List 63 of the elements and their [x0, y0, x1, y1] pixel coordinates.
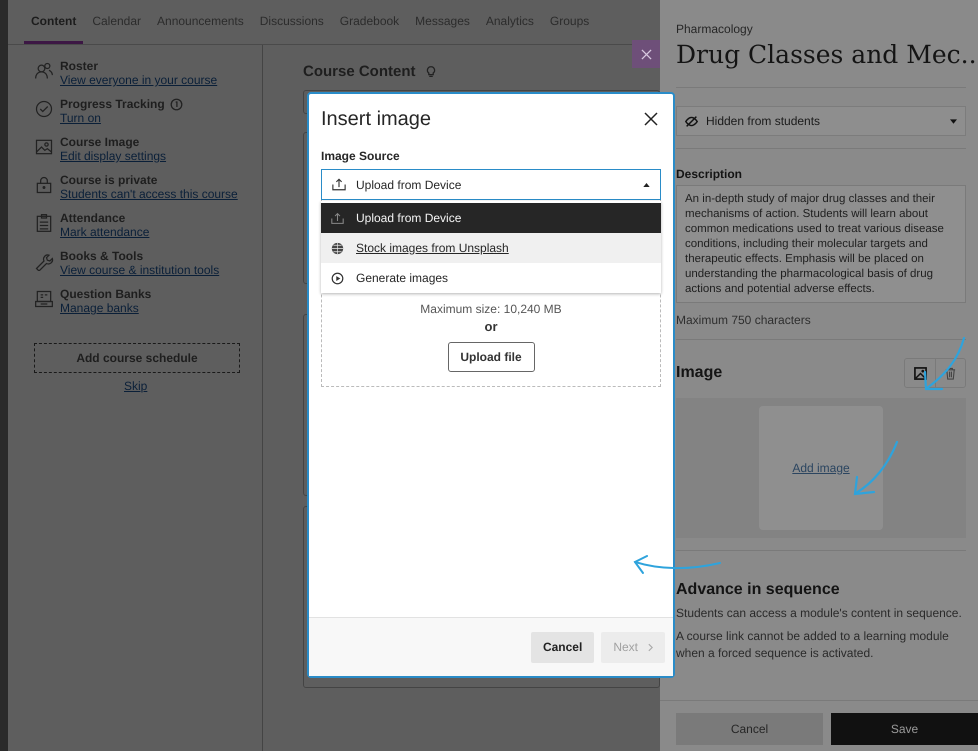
tool-title: Roster — [60, 59, 98, 73]
tool-link[interactable]: Manage banks — [60, 301, 152, 315]
add-image-link[interactable]: Add image — [792, 461, 850, 475]
clipboard-icon — [34, 213, 54, 233]
tool-link[interactable]: Edit display settings — [60, 149, 166, 163]
caret-icon — [950, 118, 957, 124]
tool-link[interactable]: View everyone in your course — [60, 73, 218, 87]
cancel-button[interactable]: Cancel — [676, 713, 823, 745]
dropdown-option[interactable]: Generate images — [321, 263, 661, 293]
advance-description: Students can access a module's content in sequence. — [676, 605, 963, 622]
check-circle-icon — [34, 99, 54, 119]
dropdown-option[interactable]: Stock images from Unsplash — [321, 233, 661, 263]
save-button[interactable]: Save — [831, 713, 978, 745]
image-icon — [914, 366, 926, 380]
module-title: Drug Classes and Mec... — [676, 40, 978, 69]
annotation-arrow — [924, 336, 966, 390]
tool-link[interactable]: View course & institution tools — [60, 263, 220, 277]
tool-title: Progress Tracking — [60, 97, 165, 111]
globe-icon — [331, 242, 344, 254]
section-title: Advance in sequence — [676, 581, 841, 599]
or-separator: or — [484, 319, 498, 334]
chevron-icon — [648, 642, 653, 652]
annotation-arrow — [854, 440, 898, 496]
tool-title: Question Banks — [60, 287, 152, 301]
dropdown-option[interactable]: Upload from Device — [321, 203, 661, 233]
info-icon[interactable] — [170, 98, 183, 110]
add-schedule-button[interactable]: Add course schedule — [34, 343, 240, 373]
character-limit: Maximum 750 characters — [676, 313, 812, 327]
dialog-title: Insert image — [321, 108, 432, 131]
trash-icon — [944, 366, 957, 380]
section-title: Course Content — [303, 63, 416, 80]
lock-icon — [34, 175, 54, 195]
description-field[interactable]: An in-depth study of major drug classes and their mechanisms of action. Students will learn about common medications used to treat various disease conditions, including their molecular targets and therapeutic effects. Emphasis will be placed on understanding the pharmacological basis of drug actions and potential adverse effects. — [676, 185, 966, 303]
tool-link[interactable]: Mark attendance — [60, 225, 150, 239]
nav-tab[interactable]: Content — [24, 0, 84, 44]
upload-file-button[interactable]: Upload file — [448, 342, 534, 372]
tool-title: Attendance — [60, 211, 126, 225]
tool-title: Books & Tools — [60, 249, 144, 263]
skip-link[interactable]: Skip — [124, 379, 148, 393]
size-limit: Maximum size: 10,240 MB — [420, 302, 562, 316]
tool-link[interactable]: Students can't access this course — [60, 187, 238, 201]
visibility-dropdown[interactable]: Hidden from students — [676, 106, 966, 136]
tray-icon — [34, 289, 54, 309]
section-title: Image — [676, 364, 722, 382]
play-circle-icon — [331, 272, 344, 284]
tool-title: Course is private — [60, 173, 158, 187]
close-icon — [644, 112, 658, 126]
advance-note: A course link cannot be added to a learning module when a forced sequence is activated. — [676, 628, 950, 662]
course-label: Pharmacology — [676, 22, 754, 36]
lightbulb-icon[interactable] — [424, 64, 438, 78]
image-source-dropdown[interactable]: Upload from Device — [321, 169, 661, 200]
people-icon — [34, 61, 54, 81]
tool-title: Course Image — [60, 135, 140, 149]
caret-icon — [643, 182, 650, 186]
upload-icon — [331, 212, 344, 224]
hidden-eye-icon — [685, 114, 698, 128]
cancel-button[interactable]: Cancel — [530, 632, 594, 662]
tool-link[interactable]: Turn on — [60, 111, 183, 125]
field-label: Description — [676, 167, 744, 181]
close-icon — [640, 48, 652, 60]
image-icon — [34, 137, 54, 157]
field-label: Image Source — [321, 149, 401, 163]
upload-icon — [332, 178, 346, 191]
